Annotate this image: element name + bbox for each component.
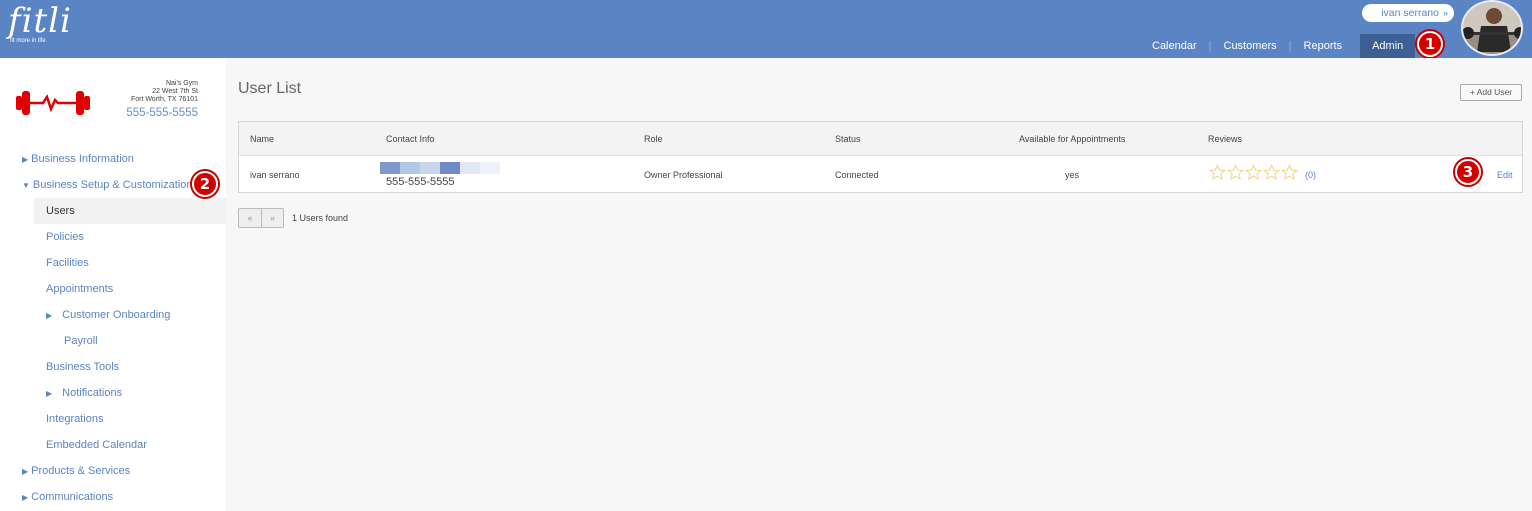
business-card: Nai's Gym 22 West 7th St Fort Worth, TX … [10, 78, 210, 128]
business-city: Fort Worth, TX 76101 [130, 96, 198, 103]
sidebar-item-label: Appointments [46, 283, 114, 295]
sidebar-item-label: Products & Services [31, 465, 131, 477]
pagination: « » [238, 208, 284, 228]
sidebar-item-label: Business Tools [46, 361, 120, 373]
expand-arrow-icon: ▶ [22, 155, 29, 164]
sidebar-item-payroll[interactable]: Payroll [64, 328, 98, 354]
redacted-email [380, 162, 500, 174]
sidebar-item-embedded-calendar[interactable]: Embedded Calendar [46, 432, 147, 458]
sidebar-item-business-tools[interactable]: Business Tools [46, 354, 119, 380]
expand-arrow-icon: ▶ [46, 311, 53, 320]
collapse-arrow-icon: ▼ [22, 181, 30, 190]
column-header-reviews[interactable]: Reviews [1208, 134, 1242, 144]
callout-marker-2: 2 [192, 171, 218, 197]
sidebar-item-communications[interactable]: ▶ Communications [22, 484, 113, 510]
fitli-logo[interactable]: fitli fit more in life [8, 2, 72, 45]
sidebar-item-label: Payroll [64, 335, 98, 347]
sidebar-item-integrations[interactable]: Integrations [46, 406, 103, 432]
main-nav: Calendar | Customers | Reports Admin [1140, 34, 1416, 58]
callout-marker-3: 3 [1455, 159, 1481, 185]
edit-user-link[interactable]: Edit [1497, 170, 1513, 180]
column-header-status[interactable]: Status [835, 134, 861, 144]
nav-calendar[interactable]: Calendar [1140, 34, 1209, 58]
business-name: Nai's Gym [165, 80, 198, 87]
sidebar-item-products-services[interactable]: ▶ Products & Services [22, 458, 130, 484]
main-content: User List + Add User Name Contact Info R… [226, 58, 1532, 511]
dumbbell-heartbeat-icon [16, 91, 90, 115]
role-cell: Owner Professional [644, 170, 723, 180]
nav-customers[interactable]: Customers [1212, 34, 1289, 58]
nav-admin[interactable]: Admin [1360, 34, 1416, 58]
review-count[interactable]: (0) [1305, 170, 1316, 180]
business-address: Nai's Gym 22 West 7th St Fort Worth, TX … [98, 80, 198, 120]
top-bar: fitli fit more in life ivan serrano» Cal… [0, 0, 1532, 58]
business-phone: 555-555-5555 [126, 107, 198, 119]
sidebar-item-label: Integrations [46, 413, 104, 425]
nav-reports[interactable]: Reports [1292, 34, 1355, 58]
callout-marker-1: 1 [1417, 31, 1443, 57]
sidebar: Nai's Gym 22 West 7th St Fort Worth, TX … [0, 58, 226, 511]
sidebar-item-customer-onboarding[interactable]: ▶ Customer Onboarding [46, 302, 170, 328]
table-header: Name Contact Info Role Status Available … [239, 122, 1522, 156]
available-cell: yes [1065, 170, 1080, 180]
avatar-photo-icon [1463, 2, 1521, 54]
sidebar-item-label: Communications [31, 491, 114, 503]
sidebar-item-notifications[interactable]: ▶ Notifications [46, 380, 122, 406]
avatar[interactable] [1461, 0, 1523, 56]
sidebar-item-appointments[interactable]: Appointments [46, 276, 113, 302]
star-outline-icon [1227, 164, 1244, 181]
prev-page-button[interactable]: « [239, 209, 261, 227]
sidebar-item-label: Customer Onboarding [62, 309, 171, 321]
expand-arrow-icon: ▶ [22, 493, 29, 502]
sidebar-item-business-setup[interactable]: ▼ Business Setup & Customization [22, 172, 193, 198]
sidebar-item-label: Notifications [62, 387, 123, 399]
rating-stars [1209, 164, 1298, 181]
column-header-role[interactable]: Role [644, 134, 663, 144]
star-outline-icon [1245, 164, 1262, 181]
sidebar-item-facilities[interactable]: Facilities [46, 250, 89, 276]
contact-phone-cell: 555-555-5555 [386, 176, 455, 188]
column-header-available[interactable]: Available for Appointments [1019, 134, 1125, 144]
status-cell: Connected [835, 170, 879, 180]
sidebar-item-label: Users [46, 205, 75, 217]
users-table: Name Contact Info Role Status Available … [238, 121, 1523, 193]
user-menu[interactable]: ivan serrano» [1362, 4, 1454, 22]
expand-arrow-icon: ▶ [46, 389, 53, 398]
sidebar-item-label: Facilities [46, 257, 89, 269]
results-count: 1 Users found [292, 213, 349, 223]
star-outline-icon [1263, 164, 1280, 181]
sidebar-item-users[interactable]: Users [34, 198, 226, 224]
sidebar-item-policies[interactable]: Policies [46, 224, 84, 250]
sidebar-item-label: Business Information [31, 153, 134, 165]
add-user-button[interactable]: + Add User [1460, 84, 1522, 101]
star-outline-icon [1281, 164, 1298, 181]
sidebar-item-label: Business Setup & Customization [32, 179, 193, 191]
star-outline-icon [1209, 164, 1226, 181]
business-street: 22 West 7th St [152, 88, 198, 95]
sidebar-item-label: Embedded Calendar [46, 439, 147, 451]
column-header-contact-info[interactable]: Contact Info [386, 134, 435, 144]
page-title: User List [238, 80, 302, 97]
user-name: ivan serrano [1381, 7, 1439, 19]
user-name-cell[interactable]: ivan serrano [250, 170, 300, 180]
chevron-down-icon: » [1442, 8, 1448, 18]
sidebar-item-label: Policies [46, 231, 84, 243]
logo-wordmark: fitli [8, 1, 72, 41]
column-header-name[interactable]: Name [250, 134, 274, 144]
expand-arrow-icon: ▶ [22, 467, 29, 476]
next-page-button[interactable]: » [261, 209, 283, 227]
sidebar-item-business-information[interactable]: ▶ Business Information [22, 146, 134, 172]
